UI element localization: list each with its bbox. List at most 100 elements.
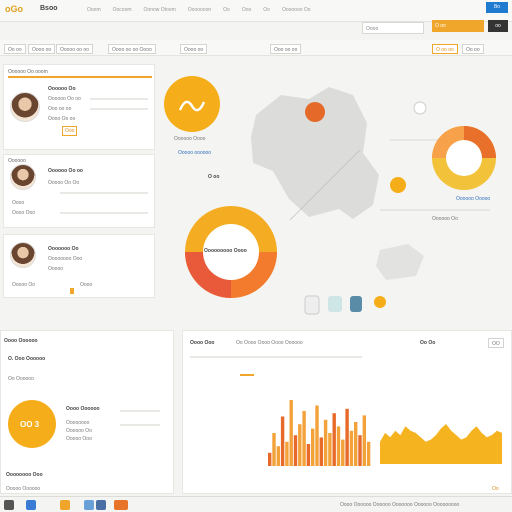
profile-detail: Ooooo Oo: [12, 282, 36, 288]
profile-bar: [60, 192, 148, 194]
filter-chip[interactable]: Oooo oo: [28, 44, 56, 54]
bar-mark[interactable]: [293, 435, 298, 466]
nav-item[interactable]: Oonow Otoem: [142, 7, 178, 13]
nav-item[interactable]: Ooom: [85, 7, 103, 13]
bar-mark[interactable]: [289, 400, 293, 466]
profile-detail: Oooo: [80, 282, 93, 288]
filter-chip[interactable]: Oooo oo oo Oooo: [108, 44, 156, 54]
filter-chip[interactable]: Oo oo: [4, 44, 26, 54]
filter-chip[interactable]: Ooo oo oo: [270, 44, 302, 54]
profile-detail: Ooo oo oo: [48, 106, 72, 112]
nav-item[interactable]: Oo: [221, 7, 232, 13]
status-badge: Oo: [492, 486, 499, 492]
map-pin[interactable]: [390, 177, 406, 193]
taskbar-icon[interactable]: [60, 500, 70, 510]
panel-title: Oooo Oooooo: [4, 338, 38, 344]
map-button[interactable]: O oo: [208, 174, 219, 180]
nav-item[interactable]: Ooooooo Oo: [280, 7, 313, 13]
taskbar-icon[interactable]: [26, 500, 36, 510]
area-chart: [380, 424, 502, 464]
gauge-bar: [120, 410, 160, 412]
nav-item[interactable]: Ooo: [240, 7, 253, 13]
chart-header: Oo Oooo Oooo Oooo Oooooo: [236, 340, 303, 346]
bar-mark[interactable]: [276, 446, 280, 466]
filter-chip[interactable]: Oooo oo: [180, 44, 208, 54]
bar-mark[interactable]: [336, 426, 341, 466]
bar-mark[interactable]: [306, 444, 311, 466]
filter-chip[interactable]: Ooooo oo oo: [56, 44, 93, 54]
bar-mark[interactable]: [272, 433, 276, 466]
profile-detail: Ooooo Oo Oo: [48, 180, 80, 186]
bar-mark[interactable]: [280, 416, 285, 467]
profile-title: Oooooo Oo ooom: [8, 69, 48, 75]
taskbar-icon[interactable]: [84, 500, 94, 510]
bar-mark[interactable]: [323, 419, 328, 466]
search-input[interactable]: Oooo: [362, 22, 424, 34]
avatar: [10, 164, 36, 190]
gauge-bar: [120, 424, 160, 426]
chart-panel-title: Oooo Ooo: [190, 340, 215, 346]
bar-mark[interactable]: [298, 424, 302, 466]
profile-name: Ooooooo Oo: [48, 246, 79, 252]
map-pin[interactable]: [413, 101, 427, 115]
charts-svg: [268, 400, 502, 467]
profile-detail: Oooo Oo oo: [48, 116, 76, 122]
status-text: Oooo Oooooo Oooooo Ooooooo Oooooo Oooooo…: [340, 502, 460, 508]
bar-mark[interactable]: [268, 452, 272, 466]
profile-bar: [90, 98, 148, 100]
nav-item[interactable]: Oocoom: [111, 7, 134, 13]
profile-detail: Oooooo Oo oo: [48, 96, 81, 102]
profile-detail: Oooo: [12, 200, 25, 206]
bar-chart: [268, 400, 371, 467]
filter-chip[interactable]: O oo oo: [432, 44, 458, 54]
taskbar-icon[interactable]: [114, 500, 128, 510]
account-button[interactable]: Bo: [486, 2, 508, 13]
chart-progress: [240, 374, 254, 376]
center-link[interactable]: Ooooo oooooo: [178, 150, 211, 156]
bar-mark[interactable]: [349, 430, 354, 466]
brand-name: Bsoo: [40, 5, 58, 12]
panel-label: Oo Oooooo: [8, 376, 34, 382]
filter-chip[interactable]: Oo oo: [462, 44, 484, 54]
gauge-title: Oooo Oooooo: [66, 406, 100, 412]
bar-mark[interactable]: [341, 439, 345, 466]
legend-link[interactable]: Oooooo Ooooo: [456, 196, 490, 202]
map-region-secondary[interactable]: [376, 244, 424, 280]
profile-divider: [8, 76, 152, 78]
bar-mark[interactable]: [345, 408, 349, 466]
bar-mark[interactable]: [302, 411, 306, 466]
app-logo[interactable]: oGo: [5, 4, 23, 14]
bar-mark[interactable]: [362, 415, 366, 466]
bar-mark[interactable]: [328, 433, 332, 466]
map-pin[interactable]: [305, 102, 325, 122]
profile-detail: Oooooooo Ooo: [48, 256, 83, 262]
taskbar-icon[interactable]: [96, 500, 106, 510]
donut-label: Ooooooooo Oooo: [204, 248, 247, 254]
chart-right-header: Oo Oo: [420, 340, 436, 346]
bar-mark[interactable]: [366, 441, 371, 466]
bar-mark[interactable]: [315, 405, 319, 467]
chart-tab[interactable]: OO: [488, 338, 504, 348]
menu-button[interactable]: oo: [488, 20, 508, 32]
gauge-line: Oooooo Oo: [66, 428, 92, 434]
profile-name: Oooooo Oo: [48, 86, 76, 92]
gauge-value: OO 3: [20, 420, 40, 429]
bar-mark[interactable]: [311, 428, 315, 466]
bar-mark[interactable]: [332, 413, 336, 466]
start-icon[interactable]: [4, 500, 14, 510]
primary-action-button[interactable]: O oo: [432, 20, 484, 32]
area-mark[interactable]: [380, 424, 502, 464]
bar-mark[interactable]: [285, 441, 289, 466]
profile-detail: Ooooo: [48, 266, 64, 272]
legend-title: Oooooo Oo: [432, 216, 458, 222]
profile-bar: [60, 212, 148, 214]
bottom-left-sub: Ooooo Oooooo: [6, 486, 41, 492]
nav-item[interactable]: Ooooooon: [186, 7, 213, 13]
profile-badge[interactable]: Ooo: [62, 126, 78, 136]
bar-mark[interactable]: [358, 435, 362, 466]
bar-mark[interactable]: [354, 422, 358, 466]
nav-item[interactable]: Oo: [261, 7, 272, 13]
bar-mark[interactable]: [319, 437, 323, 466]
profile-detail: Oooo Ooo: [12, 210, 36, 216]
profile-name: Oooooo Oo oo: [48, 168, 83, 174]
